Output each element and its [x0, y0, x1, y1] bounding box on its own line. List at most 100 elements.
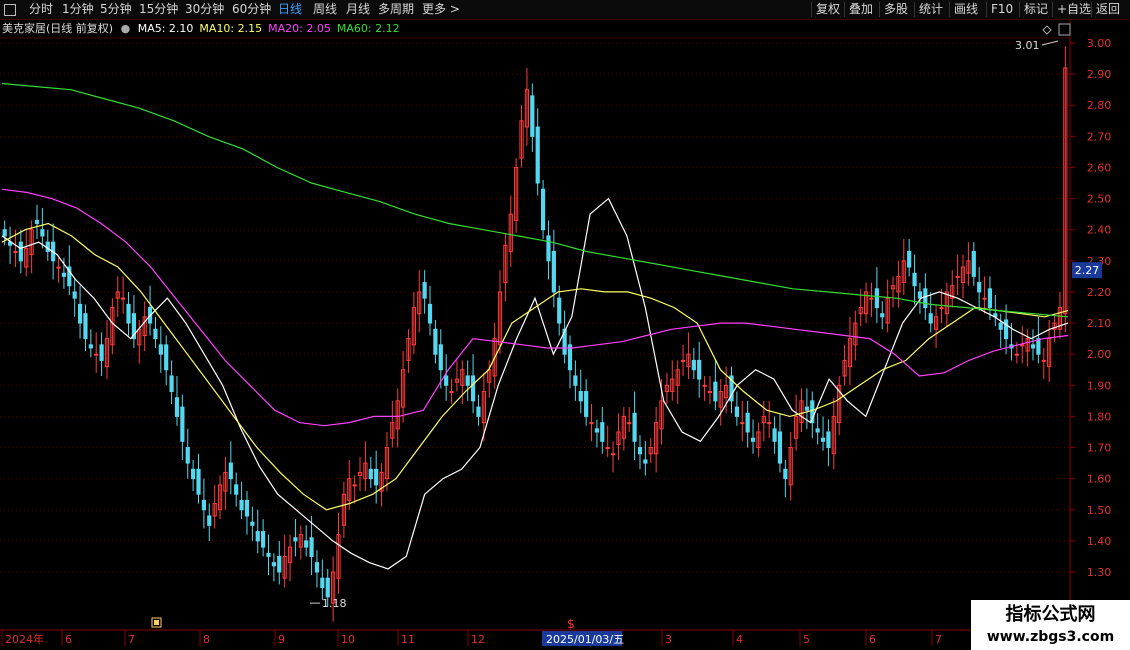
- candle-body: [917, 291, 923, 299]
- candle-body: [320, 577, 325, 589]
- candle-body: [971, 250, 976, 277]
- x-tick-label: 9: [278, 633, 285, 646]
- candle-body: [546, 235, 551, 262]
- marker-square-inner: [154, 620, 159, 625]
- dividend-marker-icon: $: [567, 617, 575, 631]
- candle-body: [77, 303, 83, 324]
- candle-body: [271, 562, 276, 567]
- candle-body: [955, 275, 960, 278]
- candle-body: [2, 229, 7, 237]
- candle-body: [605, 447, 610, 450]
- candle-body: [540, 188, 546, 231]
- site-watermark: 指标公式网 www.zbgs3.com: [971, 600, 1130, 650]
- y-tick-label: 3.00: [1087, 37, 1112, 50]
- candle-body: [56, 266, 61, 269]
- y-tick-label: 2.10: [1087, 317, 1112, 330]
- x-tick-label: 12: [471, 633, 485, 646]
- candle-body: [928, 313, 933, 324]
- x-tick-label: 3: [665, 633, 672, 646]
- kline-chart[interactable]: 3.002.902.802.702.602.502.402.302.202.10…: [0, 0, 1130, 650]
- candle-body: [234, 484, 239, 495]
- low-annotation-label: 1.18: [322, 597, 347, 610]
- candle-body: [427, 303, 433, 324]
- y-tick-label: 2.50: [1087, 193, 1112, 206]
- candle-body: [530, 95, 535, 137]
- x-tick-label: 7: [128, 633, 135, 646]
- candle-body: [874, 288, 879, 308]
- candle-body: [164, 344, 169, 371]
- candle-body: [691, 359, 696, 371]
- y-tick-label: 1.40: [1087, 535, 1112, 548]
- candle-body: [777, 431, 783, 464]
- panel-toggle-icon: [1058, 23, 1071, 36]
- y-tick-label: 2.00: [1087, 348, 1112, 361]
- candle-body: [201, 499, 206, 511]
- x-tick-label: 2025/01/03/五: [546, 633, 624, 646]
- candle-body: [1036, 338, 1041, 355]
- candle-body: [261, 531, 266, 548]
- candle-body: [293, 537, 298, 542]
- candle-body: [309, 537, 314, 557]
- candle-body: [470, 375, 476, 402]
- x-tick-label: 10: [341, 633, 355, 646]
- candle-body: [815, 428, 820, 433]
- candle-body: [304, 540, 309, 548]
- candle-body: [713, 381, 718, 402]
- candle-body: [352, 484, 357, 487]
- candle-body: [444, 375, 449, 386]
- candle-body: [939, 307, 944, 309]
- candle-body: [977, 282, 982, 293]
- candle-body: [1030, 344, 1036, 349]
- candle-body: [169, 375, 174, 393]
- candle-body: [126, 303, 131, 324]
- candle-body: [702, 384, 707, 387]
- candle-body: [94, 353, 99, 356]
- x-tick-label: 5: [803, 633, 810, 646]
- candle-body: [1003, 319, 1009, 340]
- high-annotation-label: 3.01: [1015, 39, 1040, 52]
- candle-body: [18, 241, 23, 262]
- candle-body: [325, 577, 330, 598]
- y-tick-label: 2.60: [1087, 161, 1112, 174]
- y-tick-label: 2.80: [1087, 99, 1112, 112]
- candle-body: [589, 422, 594, 425]
- candle-body: [826, 431, 831, 449]
- candle-body: [266, 552, 271, 557]
- candle-body: [368, 468, 373, 480]
- candle-body: [594, 428, 600, 433]
- candle-body: [239, 499, 244, 511]
- candle-body: [13, 250, 18, 253]
- candle-body: [637, 447, 643, 455]
- candle-body: [250, 521, 255, 526]
- y-tick-label: 1.30: [1087, 566, 1112, 579]
- x-tick-label: 8: [203, 633, 210, 646]
- candle-body: [153, 328, 158, 340]
- x-tick-label: 6: [869, 633, 876, 646]
- candle-body: [476, 406, 481, 417]
- candle-body: [180, 406, 185, 442]
- candle-body: [767, 422, 772, 425]
- candle-body: [551, 250, 556, 293]
- candle-body: [158, 344, 163, 355]
- candle-body: [196, 468, 201, 495]
- y-tick-label: 2.20: [1087, 286, 1112, 299]
- watermark-title: 指标公式网: [1005, 604, 1096, 625]
- x-tick-label: 4: [736, 633, 743, 646]
- candle-body: [422, 282, 427, 299]
- watermark-url: www.zbgs3.com: [986, 629, 1115, 645]
- candle-body: [314, 562, 320, 573]
- candle-body: [121, 297, 126, 300]
- x-tick-label: 2024年: [5, 632, 44, 646]
- candle-body: [632, 412, 637, 442]
- candle-body: [734, 406, 739, 417]
- candle-body: [643, 459, 648, 464]
- candle-body: [244, 499, 250, 517]
- candle-body: [600, 422, 605, 442]
- y-tick-label: 2.70: [1087, 130, 1112, 143]
- y-tick-label: 1.50: [1087, 504, 1112, 517]
- y-tick-label: 2.40: [1087, 224, 1112, 237]
- candle-body: [707, 391, 713, 394]
- candle-body: [433, 328, 438, 355]
- candle-body: [40, 229, 45, 237]
- candle-body: [578, 391, 583, 402]
